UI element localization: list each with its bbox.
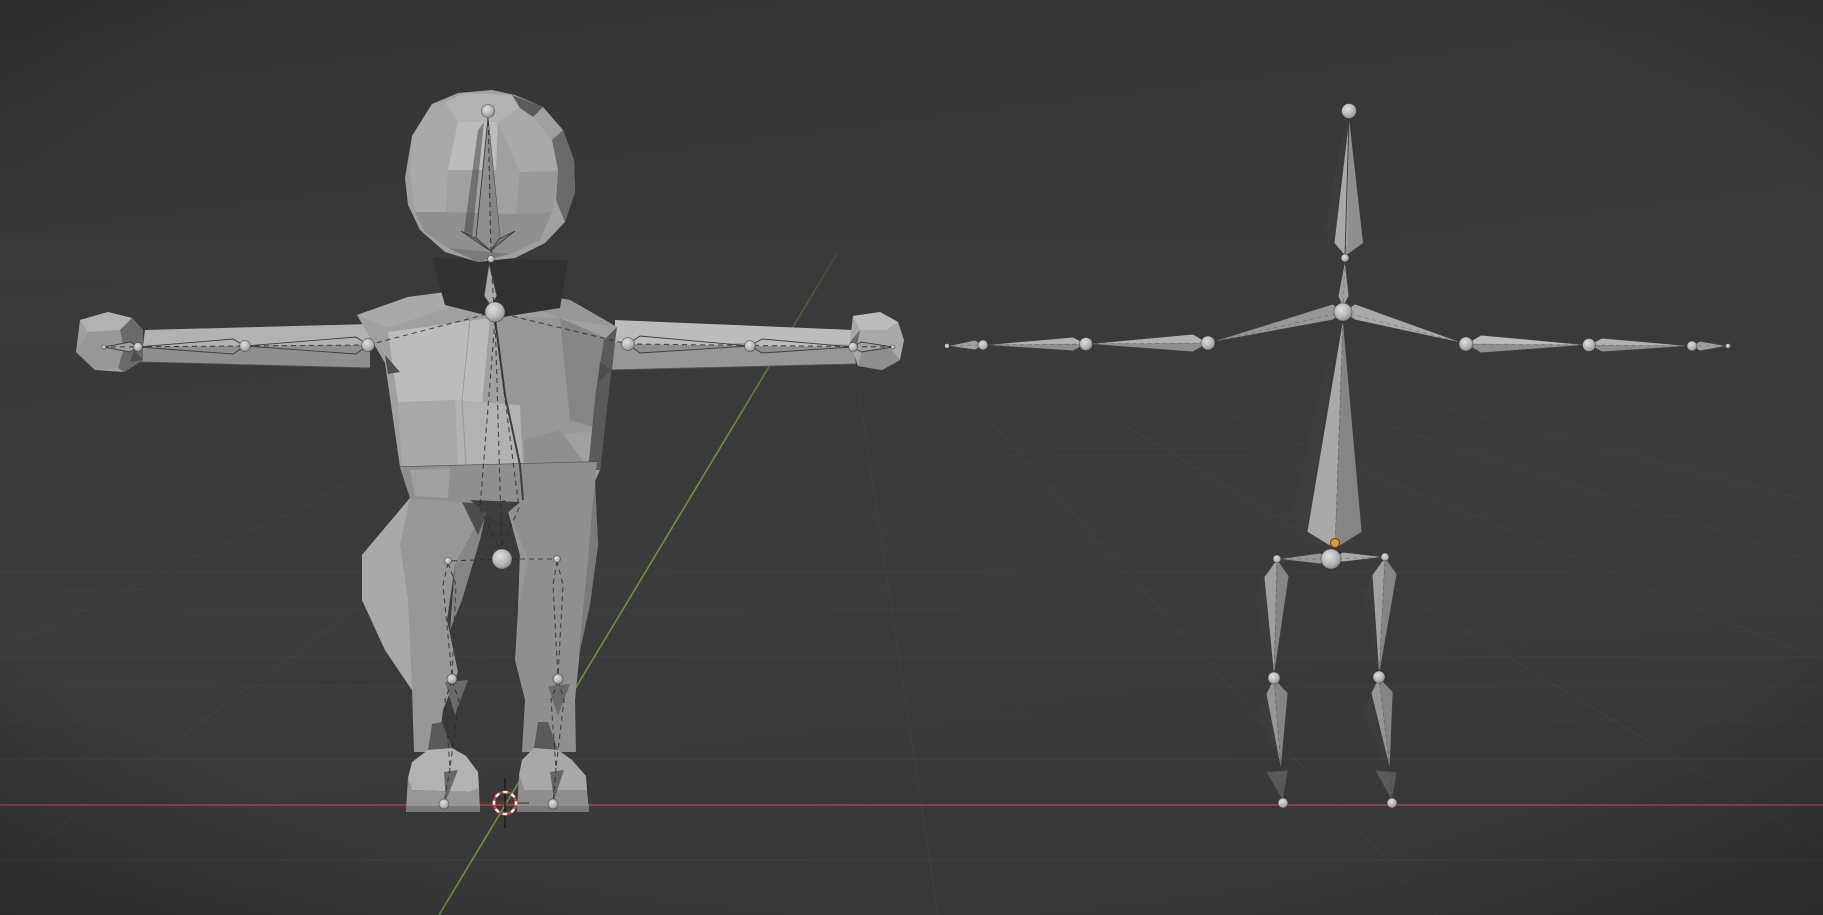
object-origin-point[interactable]	[1331, 539, 1340, 548]
joint-sphere[interactable]	[1726, 344, 1731, 349]
joint-sphere[interactable]	[134, 343, 143, 352]
joint-sphere[interactable]	[1342, 104, 1357, 119]
viewport-canvas[interactable]	[0, 0, 1823, 915]
joint-sphere[interactable]	[1687, 341, 1697, 351]
joint-sphere[interactable]	[553, 674, 563, 684]
joint-sphere[interactable]	[1334, 303, 1352, 321]
joint-sphere[interactable]	[1278, 798, 1288, 808]
joint-sphere[interactable]	[1268, 672, 1280, 684]
mesh-facet[interactable]	[398, 400, 458, 468]
joint-sphere[interactable]	[240, 341, 251, 352]
joint-sphere[interactable]	[548, 799, 558, 809]
joint-sphere[interactable]	[849, 343, 858, 352]
joint-sphere[interactable]	[1321, 549, 1341, 569]
joint-sphere[interactable]	[485, 302, 505, 322]
joint-sphere[interactable]	[439, 799, 449, 809]
mesh-facet[interactable]	[388, 318, 490, 405]
joint-sphere[interactable]	[745, 341, 756, 352]
mesh-facet[interactable]	[410, 468, 450, 498]
joint-sphere[interactable]	[1459, 337, 1473, 351]
joint-sphere[interactable]	[488, 256, 495, 263]
viewport-3d[interactable]	[0, 0, 1823, 915]
vignette	[0, 0, 1823, 915]
joint-sphere[interactable]	[1273, 555, 1281, 563]
joint-sphere[interactable]	[622, 338, 635, 351]
mesh-facet[interactable]	[516, 172, 558, 214]
joint-sphere[interactable]	[445, 558, 452, 565]
joint-sphere[interactable]	[1387, 798, 1397, 808]
joint-sphere[interactable]	[1201, 336, 1215, 350]
joint-sphere[interactable]	[554, 556, 561, 563]
joint-sphere[interactable]	[1341, 254, 1349, 262]
joint-sphere[interactable]	[1583, 339, 1596, 352]
joint-sphere[interactable]	[1381, 553, 1389, 561]
joint-sphere[interactable]	[447, 674, 457, 684]
joint-sphere[interactable]	[492, 549, 512, 569]
joint-sphere[interactable]	[891, 345, 895, 349]
mesh-facet[interactable]	[410, 170, 448, 212]
joint-sphere[interactable]	[978, 340, 988, 350]
joint-sphere[interactable]	[945, 344, 950, 349]
joint-sphere[interactable]	[482, 105, 495, 118]
joint-sphere[interactable]	[1373, 671, 1385, 683]
joint-sphere[interactable]	[362, 339, 375, 352]
joint-sphere[interactable]	[1080, 338, 1093, 351]
joint-sphere[interactable]	[102, 345, 106, 349]
